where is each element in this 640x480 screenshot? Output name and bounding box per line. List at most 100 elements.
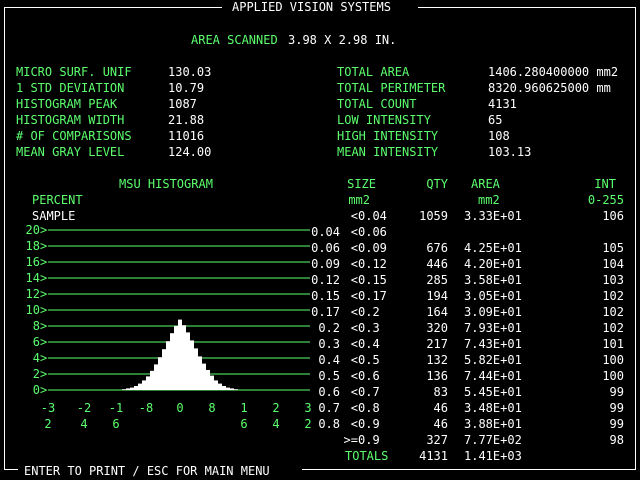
row-int: 100 xyxy=(602,369,624,383)
y-tick-arrow: > xyxy=(40,335,47,349)
x-tick-label: 0 xyxy=(176,401,183,415)
row-size-op: < xyxy=(350,417,358,431)
row-size-low: 0.5 xyxy=(318,369,340,383)
row-size-high: 0.3 xyxy=(358,321,380,335)
x-tick-label: 6 xyxy=(112,417,119,431)
row-area: 3.58E+01 xyxy=(464,273,522,287)
row-int: 103 xyxy=(602,273,624,287)
x-tick-label: -1 xyxy=(109,401,123,415)
row-size-low: 0.3 xyxy=(318,337,340,351)
row-int: 105 xyxy=(602,241,624,255)
x-tick-label: -3 xyxy=(41,401,55,415)
row-int: 102 xyxy=(602,321,624,335)
row-qty: 194 xyxy=(426,289,448,303)
histogram-bar xyxy=(122,389,126,390)
histogram-bar xyxy=(154,364,158,390)
x-tick-label: -8 xyxy=(139,401,153,415)
row-qty: 83 xyxy=(433,385,448,399)
row-size-op: < xyxy=(350,273,358,287)
col-header-int: INT xyxy=(594,177,616,191)
histogram-bar xyxy=(146,376,150,390)
row-size-op: < xyxy=(350,337,358,351)
x-tick-label: 2 xyxy=(272,401,279,415)
histogram-bar xyxy=(218,383,222,390)
row-int: 99 xyxy=(609,417,624,431)
row-area: 3.33E+01 xyxy=(464,209,522,223)
row-area: 5.82E+01 xyxy=(464,353,522,367)
row-area: 7.43E+01 xyxy=(464,337,522,351)
row-size-low: 0.2 xyxy=(318,321,340,335)
histogram-bar xyxy=(234,389,238,390)
row-int: 102 xyxy=(602,289,624,303)
row-qty: 136 xyxy=(426,369,448,383)
row-area: 3.88E+01 xyxy=(464,417,522,431)
row-area: 3.05E+01 xyxy=(464,289,522,303)
row-size-op: >= xyxy=(343,433,358,447)
histogram-bar xyxy=(170,333,174,390)
x-tick-label: 4 xyxy=(80,417,87,431)
y-tick-label: 2 xyxy=(33,367,40,381)
y-tick-label: 12 xyxy=(26,287,40,301)
row-size-high: 0.06 xyxy=(358,225,387,239)
row-size-op: < xyxy=(350,369,358,383)
row-size-high: 0.8 xyxy=(358,401,380,415)
row-area: 3.48E+01 xyxy=(464,401,522,415)
x-tick-label: 4 xyxy=(272,417,279,431)
row-size-op: < xyxy=(350,209,358,223)
row-size-low: 0.12 xyxy=(311,273,340,287)
histogram-bar xyxy=(138,383,142,390)
row-size-high: 0.09 xyxy=(358,241,387,255)
y-tick-label: 0 xyxy=(33,383,40,397)
row-size-high: 0.7 xyxy=(358,385,380,399)
row-qty: 327 xyxy=(426,433,448,447)
row-size-high: 0.5 xyxy=(358,353,380,367)
histogram-bar xyxy=(178,319,182,390)
col-header-size: SIZE xyxy=(347,177,376,191)
col-header-qty: QTY xyxy=(426,177,448,191)
row-size-high: 0.6 xyxy=(358,369,380,383)
row-qty: 676 xyxy=(426,241,448,255)
y-tick-arrow: > xyxy=(40,239,47,253)
y-tick-label: 8 xyxy=(33,319,40,333)
row-size-high: 0.17 xyxy=(358,289,387,303)
row-qty: 164 xyxy=(426,305,448,319)
histogram-bar xyxy=(142,380,146,390)
row-qty: 1059 xyxy=(419,209,448,223)
row-size-op: < xyxy=(350,305,358,319)
row-qty: 320 xyxy=(426,321,448,335)
row-int: 100 xyxy=(602,353,624,367)
row-size-op: < xyxy=(350,401,358,415)
row-size-low: 0.6 xyxy=(318,385,340,399)
row-size-low: 0.4 xyxy=(318,353,340,367)
histogram-bar xyxy=(210,375,214,390)
y-tick-arrow: > xyxy=(40,271,47,285)
row-size-high: 0.15 xyxy=(358,273,387,287)
row-area: 7.93E+01 xyxy=(464,321,522,335)
y-tick-label: 14 xyxy=(26,271,40,285)
row-int: 106 xyxy=(602,209,624,223)
y-tick-arrow: > xyxy=(40,383,47,397)
row-qty: 132 xyxy=(426,353,448,367)
y-tick-arrow: > xyxy=(40,319,47,333)
histogram-bar xyxy=(206,370,210,390)
histogram-bar xyxy=(202,363,206,390)
row-qty: 446 xyxy=(426,257,448,271)
y-tick-label: 20 xyxy=(26,223,40,237)
histogram-bar xyxy=(226,387,230,390)
histogram-bar xyxy=(214,380,218,390)
histogram-bar xyxy=(150,370,154,390)
y-tick-arrow: > xyxy=(40,223,47,237)
row-size-high: 0.04 xyxy=(358,209,387,223)
row-qty: 217 xyxy=(426,337,448,351)
row-size-high: 0.9 xyxy=(358,433,380,447)
row-area: 4.25E+01 xyxy=(464,241,522,255)
row-size-high: 0.9 xyxy=(358,417,380,431)
y-tick-arrow: > xyxy=(40,367,47,381)
row-size-low: 0.15 xyxy=(311,289,340,303)
totals-qty: 4131 xyxy=(419,449,448,463)
row-int: 99 xyxy=(609,385,624,399)
row-qty: 46 xyxy=(433,401,448,415)
row-size-high: 0.2 xyxy=(358,305,380,319)
row-area: 7.77E+02 xyxy=(464,433,522,447)
row-size-low: 0.7 xyxy=(318,401,340,415)
